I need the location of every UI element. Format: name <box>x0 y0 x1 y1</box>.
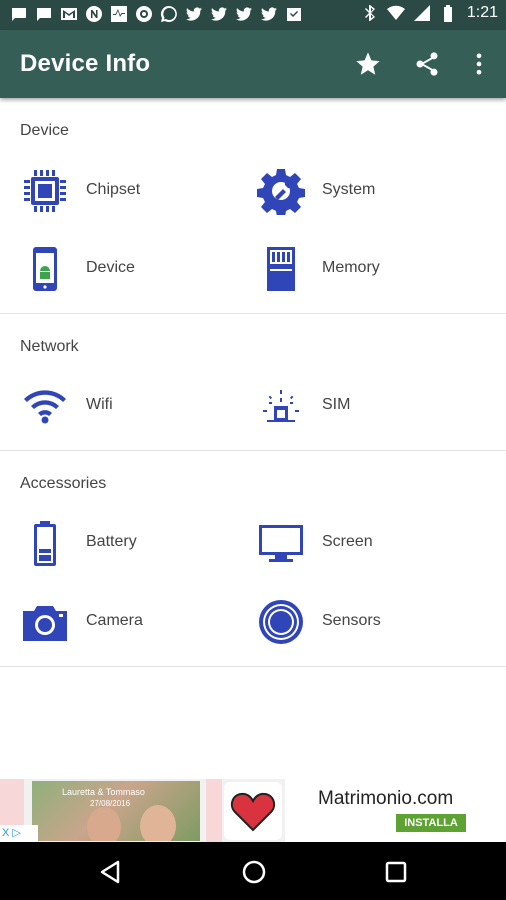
item-label: Battery <box>86 533 137 550</box>
home-button[interactable] <box>238 856 270 888</box>
sd-card-icon <box>256 244 306 294</box>
item-label: Chipset <box>86 181 141 198</box>
gmail-icon <box>60 5 78 23</box>
ad-install-button[interactable]: INSTALLA <box>396 814 466 832</box>
share-button[interactable] <box>411 48 443 80</box>
pulse-icon <box>110 5 128 23</box>
wifi-icon <box>20 381 70 431</box>
chip-icon <box>20 166 70 216</box>
clock: 1:21 <box>466 4 498 21</box>
section-accessories: Accessories Battery Screen Camera Sensor… <box>0 451 506 667</box>
twitter-icon <box>185 5 203 23</box>
ad-photo-person <box>87 807 121 841</box>
monitor-icon <box>256 518 306 568</box>
section-network: Network Wifi SIM <box>0 314 506 451</box>
item-wifi[interactable]: Wifi <box>20 381 250 441</box>
n-icon <box>85 5 103 23</box>
ad-banner[interactable]: Lauretta & Tommaso 27/08/2016 Matrimonio… <box>0 779 506 842</box>
twitter-icon <box>210 5 228 23</box>
item-device[interactable]: Device <box>20 244 250 304</box>
item-label: Screen <box>322 533 373 550</box>
item-sensors[interactable]: Sensors <box>256 597 486 657</box>
battery-icon <box>20 518 70 568</box>
system-gear-icon <box>256 166 306 216</box>
item-sim[interactable]: SIM <box>256 381 486 441</box>
ad-brand: Matrimonio.com <box>318 788 454 809</box>
message-icon <box>10 5 28 23</box>
recents-button[interactable] <box>380 856 412 888</box>
favorite-button[interactable] <box>352 48 384 80</box>
section-device: Device Chipset System Device Memory <box>0 98 506 314</box>
recents-icon <box>385 861 407 883</box>
ad-caption-date: 27/08/2016 <box>90 799 131 808</box>
status-bar: 1:21 <box>0 0 506 30</box>
message-icon <box>35 5 53 23</box>
item-battery[interactable]: Battery <box>20 518 250 578</box>
ad-photo-person <box>140 805 176 841</box>
app-bar: Device Info <box>0 30 506 98</box>
item-label: Camera <box>86 612 143 629</box>
more-vert-icon <box>476 53 482 75</box>
heart-logo-icon[interactable] <box>224 782 282 840</box>
ad-caption-names: Lauretta & Tommaso <box>62 787 145 797</box>
notification-icons <box>10 5 303 23</box>
sim-tower-icon <box>256 381 306 431</box>
item-label: Device <box>86 259 135 276</box>
item-camera[interactable]: Camera <box>20 597 250 657</box>
back-icon <box>100 860 120 884</box>
wifi-icon <box>386 4 405 22</box>
ad-photo[interactable]: Lauretta & Tommaso 27/08/2016 <box>32 781 200 841</box>
item-label: System <box>322 181 376 198</box>
item-chipset[interactable]: Chipset <box>20 166 250 226</box>
app-title: Device Info <box>20 50 151 77</box>
twitter-icon <box>235 5 253 23</box>
image-icon <box>135 5 153 23</box>
system-icons: 1:21 <box>361 4 498 22</box>
section-title: Network <box>20 338 79 355</box>
share-icon <box>416 52 438 76</box>
item-label: Sensors <box>322 612 381 629</box>
overflow-menu-button[interactable] <box>463 48 495 80</box>
star-icon <box>356 52 380 75</box>
item-screen[interactable]: Screen <box>256 518 486 578</box>
section-title: Device <box>20 122 69 139</box>
bluetooth-icon <box>361 4 379 22</box>
main-content: Device Chipset System Device Memory Netw… <box>0 98 506 667</box>
twitter-icon <box>260 5 278 23</box>
item-memory[interactable]: Memory <box>256 244 486 304</box>
camera-icon <box>20 597 70 647</box>
back-button[interactable] <box>95 856 127 888</box>
item-system[interactable]: System <box>256 166 486 226</box>
sensor-icon <box>256 597 306 647</box>
navigation-bar <box>0 842 506 900</box>
whatsapp-icon <box>160 5 178 23</box>
section-title: Accessories <box>20 475 107 492</box>
adchoices-icon[interactable]: X ▷ <box>0 825 38 842</box>
home-icon <box>242 860 266 884</box>
item-label: SIM <box>322 396 351 413</box>
item-label: Wifi <box>86 396 113 413</box>
android-phone-icon <box>20 244 70 294</box>
ad-decoration <box>206 779 222 842</box>
item-label: Memory <box>322 259 380 276</box>
checkmail-icon <box>285 5 303 23</box>
battery-icon <box>439 4 457 22</box>
cell-signal-icon <box>413 4 431 22</box>
